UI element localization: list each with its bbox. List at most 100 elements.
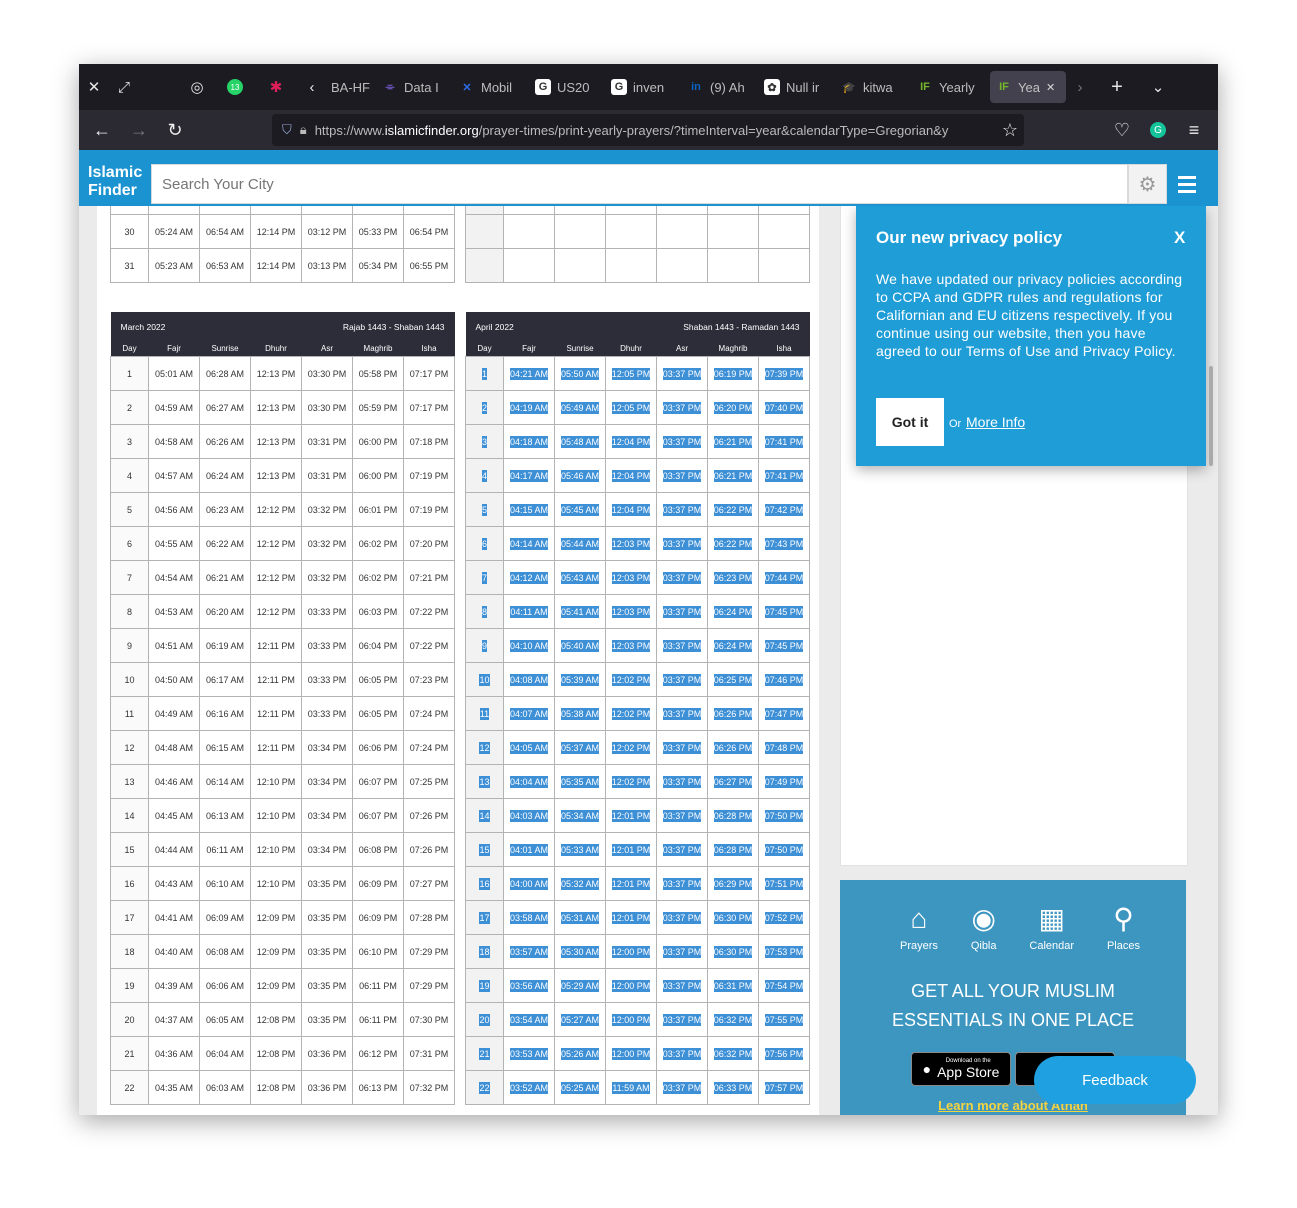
table-cell: 05:39 AM [554,662,606,697]
tabs-scroll-right-icon[interactable]: › [1069,76,1091,98]
empty-cell [707,214,759,249]
table-cell: 06:07 PM [352,764,404,799]
page-scrollbar[interactable] [1209,366,1213,466]
menu-icon[interactable]: ≡ [1183,119,1205,141]
tabs-scroll-left-icon[interactable]: ‹ [301,76,323,98]
hamburger-menu-icon[interactable] [1178,176,1196,197]
lock-icon[interactable]: 🔒︎ [300,122,307,138]
cell-value: 16 [479,877,490,890]
globe-icon[interactable]: ◎ [186,76,208,98]
fullscreen-icon[interactable]: ⤢ [113,76,135,98]
cell-value: 07:48 PM [764,741,804,754]
reload-icon[interactable]: ↻ [164,119,186,141]
table-row: 7 04:12 AM 05:43 AM 12:03 PM 03:37 PM 06:23 P… [465,560,811,595]
cell-value: 06:16 AM [205,708,245,719]
cell-value: 03:35 PM [307,1014,347,1025]
grammarly-icon[interactable]: G [1147,119,1169,141]
cell-value: 07:55 PM [764,1013,804,1026]
table-cell: 19 [465,968,504,1003]
table-cell: 05:26 AM [554,1036,606,1071]
browser-tab[interactable]: ✿ Null ir [764,71,824,103]
browser-tab[interactable]: BA-HF [331,71,371,103]
pocket-icon[interactable]: ♡ [1111,119,1133,141]
bookmark-star-icon[interactable]: ☆ [999,119,1021,141]
forward-icon[interactable]: → [128,119,150,141]
table-cell: 06:07 PM [352,798,404,833]
tab-list-chevron-icon[interactable]: ⌄ [1147,76,1169,98]
cell-value: 03:32 PM [307,538,347,549]
cell-value: 12:08 PM [256,1082,296,1093]
table-cell: 05:24 AM [148,206,200,215]
table-cell: 07:25 PM [403,764,455,799]
table-row: 11 04:49 AM 06:16 AM 12:11 PM 03:33 PM 06:05 … [110,696,455,731]
cell-value: 06:10 AM [205,878,245,889]
browser-tab[interactable]: G US20 [535,71,593,103]
table-cell: 06:04 PM [352,628,404,663]
cell-value: 03:57 AM [509,945,549,958]
search-input[interactable] [160,174,1064,194]
browser-tab[interactable]: IF Yea ✕ [990,71,1066,103]
table-cell: 06:14 AM [199,764,251,799]
table-cell: 18 [110,934,149,969]
table-cell: 03:36 PM [301,1036,353,1071]
browser-tab[interactable]: Ginven [611,71,669,103]
table-cell: 12:10 PM [250,866,302,901]
cell-value: 05:49 AM [560,401,600,414]
table-row: 22 03:52 AM 05:25 AM 11:59 AM 03:37 PM 06:33 … [465,1070,811,1105]
feature-qibla[interactable]: ◉ Qibla [971,902,997,952]
feature-calendar[interactable]: ▦ Calendar [1029,902,1074,952]
table-cell: 06:17 AM [199,662,251,697]
new-tab-icon[interactable]: + [1106,76,1128,98]
site-logo[interactable]: Islamic Finder [88,164,142,200]
browser-tab[interactable]: in (9) Ah [688,71,748,103]
table-cell: 07:29 PM [403,968,455,1003]
table-cell: 03:37 PM [656,390,708,425]
browser-tab[interactable]: IF Yearly [917,71,979,103]
table-cell: 07:49 PM [757,764,811,799]
slack-icon[interactable]: ✱ [265,76,287,98]
got-it-button[interactable]: Got it [876,398,944,446]
table-cell: 10 [110,662,149,697]
cell-value: 04:45 AM [154,810,194,821]
table-cell: 04:11 AM [503,594,555,629]
cell-value: 8 [481,605,487,618]
table-cell: 07:27 PM [403,866,455,901]
table-cell: 04:40 AM [148,934,200,969]
tab-label: US20 [557,79,590,95]
shield-icon[interactable]: ⛉ [282,122,292,138]
feature-prayers[interactable]: ⌂ Prayers [900,902,938,952]
url-bar[interactable]: ⛉ 🔒︎ https://www.islamicfinder.org/praye… [272,114,1024,146]
cell-value: 07:32 PM [409,1082,449,1093]
cell-value: 03:37 PM [662,435,702,448]
cell-value: 06:02 PM [358,538,398,549]
cell-value: 12:02 PM [611,707,651,720]
cell-value: 03:54 AM [509,1013,549,1026]
close-window-icon[interactable]: ✕ [83,76,105,98]
table-cell: 05:32 PM [352,206,404,215]
table-row: 21 03:53 AM 05:26 AM 12:00 PM 03:37 PM 06:32 … [465,1036,811,1071]
column-header: Dhuhr [605,341,657,357]
table-cell: 7 [465,560,504,595]
table-cell: 12:05 PM [605,356,657,391]
feedback-button[interactable]: Feedback [1034,1056,1196,1104]
whatsapp-icon[interactable]: 13 [224,76,246,98]
app-store-badge[interactable]: ● Download on the App Store [911,1052,1011,1086]
close-tab-icon[interactable]: ✕ [1046,81,1055,94]
back-icon[interactable]: ← [91,119,113,141]
table-cell: 12:12 PM [250,594,302,629]
browser-tab[interactable]: ⌯ Data I [382,71,442,103]
table-row: 9 04:51 AM 06:19 AM 12:11 PM 03:33 PM 06:04 P… [110,628,455,663]
table-cell: 06:09 AM [199,900,251,935]
browser-tab[interactable]: ✕ Mobil [459,71,517,103]
table-cell: 05:50 AM [554,356,606,391]
feature-places[interactable]: ⚲ Places [1107,902,1140,952]
more-info-link[interactable]: More Info [966,414,1025,430]
privacy-close-button[interactable]: X [1174,228,1185,248]
cell-value: 12:10 PM [256,844,296,855]
cell-value: 06:02 PM [358,572,398,583]
cell-value: 12:01 PM [611,843,651,856]
cell-value: 06:22 PM [713,503,753,516]
cell-value: 04:19 AM [509,401,549,414]
browser-tab[interactable]: 🎓 kitwa [841,71,901,103]
settings-gear-icon[interactable]: ⚙ [1128,164,1167,204]
